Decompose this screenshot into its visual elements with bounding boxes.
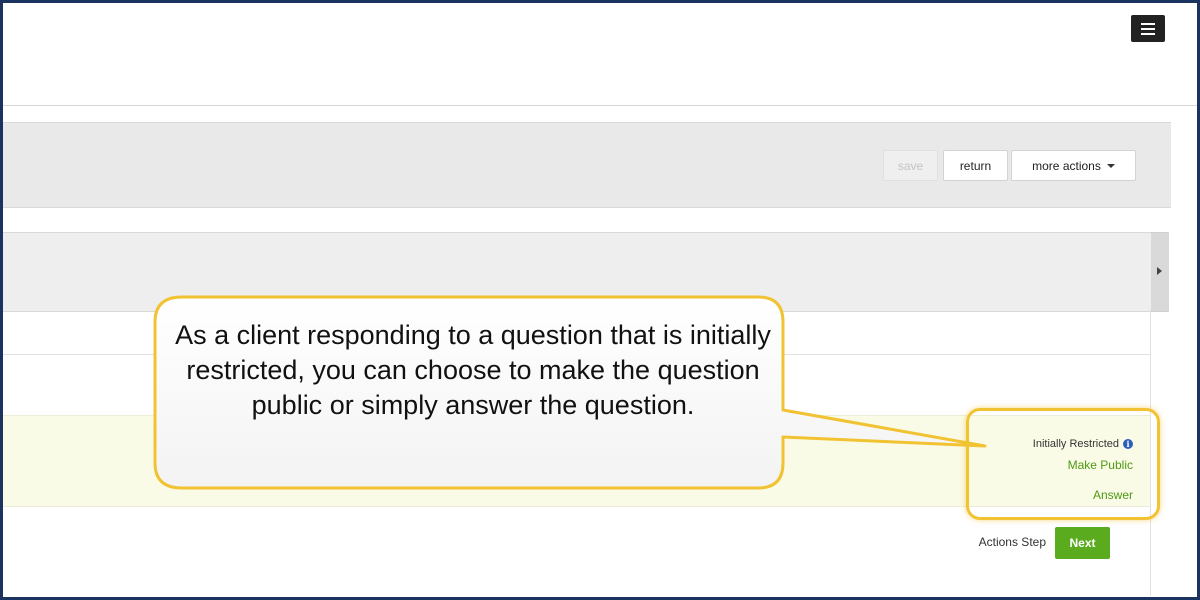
callout-bubble [153, 295, 987, 490]
callout-text: As a client responding to a question tha… [175, 320, 771, 421]
